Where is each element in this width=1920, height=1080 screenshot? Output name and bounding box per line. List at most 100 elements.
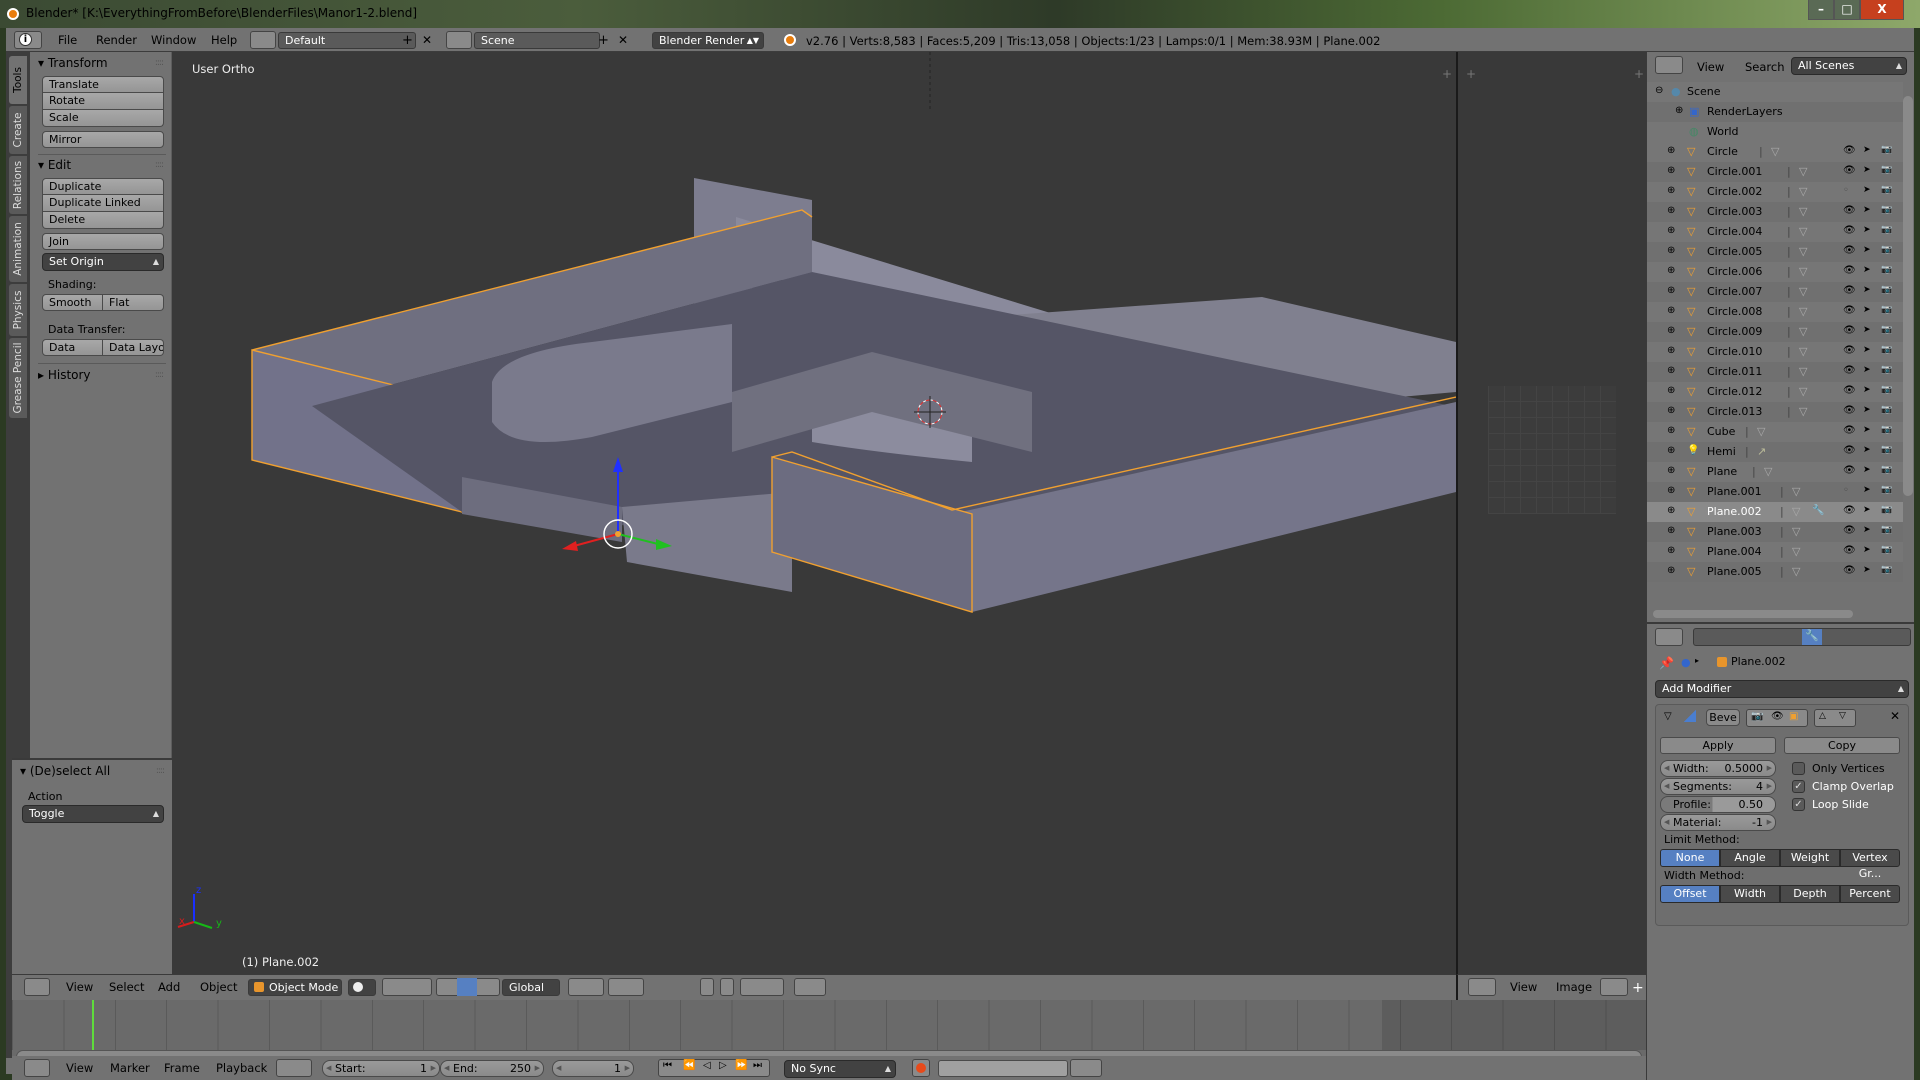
menu-image[interactable]: Image <box>1556 980 1592 994</box>
tab-create[interactable]: Create <box>9 106 27 154</box>
data-transfer-button[interactable]: Data <box>42 339 103 356</box>
selectability-cursor-icon[interactable]: ➤ <box>1863 525 1871 535</box>
tab-animation[interactable]: Animation <box>9 216 27 282</box>
history-panel-header[interactable]: ▸ History <box>38 368 91 382</box>
keyframe-insert-delete-buttons[interactable] <box>1070 1059 1102 1077</box>
width-method-option[interactable]: Depth <box>1780 885 1840 903</box>
maximize-button[interactable]: □ <box>1834 0 1860 20</box>
renderability-camera-icon[interactable]: 📷 <box>1881 465 1892 475</box>
flat-shading-button[interactable]: Flat <box>103 294 164 311</box>
renderability-camera-icon[interactable]: 📷 <box>1881 525 1892 535</box>
limit-method-option[interactable]: Weight <box>1780 849 1840 867</box>
collapse-modifier-icon[interactable]: ▽ <box>1664 711 1672 722</box>
segments-field[interactable]: ◀ Segments: 4 ▶ <box>1660 778 1776 795</box>
scene-render[interactable]: z x y <box>172 52 1456 974</box>
menu-playback[interactable]: Playback <box>216 1061 267 1075</box>
keying-toggles[interactable] <box>276 1059 312 1077</box>
selectability-cursor-icon[interactable]: ➤ <box>1863 485 1871 495</box>
expand-icon[interactable]: ⊕ <box>1667 465 1675 476</box>
renderability-camera-icon[interactable]: 📷 <box>1881 265 1892 275</box>
menu-marker[interactable]: Marker <box>110 1061 150 1075</box>
mesh-data-icon[interactable]: ▽ <box>1799 245 1807 258</box>
selectability-cursor-icon[interactable]: ➤ <box>1863 225 1871 235</box>
selectability-cursor-icon[interactable]: ➤ <box>1863 565 1871 575</box>
tree-row-object[interactable]: ⊕ ▽ Circle.013 | ▽ 👁 ➤ 📷 <box>1647 402 1903 422</box>
add-scene-icon[interactable]: + <box>598 33 609 48</box>
selectability-cursor-icon[interactable]: ➤ <box>1863 265 1871 275</box>
selectability-cursor-icon[interactable]: ➤ <box>1863 245 1871 255</box>
tab-constraints-icon[interactable] <box>1784 629 1802 645</box>
profile-slider[interactable]: Profile: 0.50 <box>1660 796 1776 813</box>
drag-grip-icon[interactable]: :::: <box>156 766 165 776</box>
renderability-camera-icon[interactable]: 📷 <box>1881 305 1892 315</box>
tree-row-object[interactable]: ⊕ ▽ Circle.008 | ▽ 👁 ➤ 📷 <box>1647 302 1903 322</box>
move-up-icon[interactable]: △ <box>1819 711 1826 721</box>
jump-end-icon[interactable]: ⏭ <box>753 1060 762 1071</box>
expand-icon[interactable]: ⊕ <box>1667 485 1675 496</box>
data-layout-transfer-button[interactable]: Data Layo <box>103 339 164 356</box>
menu-frame[interactable]: Frame <box>164 1061 200 1075</box>
close-button[interactable]: X <box>1860 0 1904 20</box>
checkbox[interactable]: ✓ <box>1792 798 1805 811</box>
tree-row-scene[interactable]: ⊖ ● Scene <box>1647 82 1903 102</box>
drag-grip-icon[interactable]: :::: <box>155 160 164 170</box>
expand-region-icon[interactable]: + <box>1634 67 1644 81</box>
mesh-data-icon[interactable]: ▽ <box>1799 205 1807 218</box>
scene-icon[interactable] <box>446 31 472 49</box>
renderability-camera-icon[interactable]: 📷 <box>1881 505 1892 515</box>
collapse-icon[interactable]: ⊖ <box>1655 85 1663 96</box>
selectability-cursor-icon[interactable]: ➤ <box>1863 385 1871 395</box>
expand-icon[interactable]: ⊕ <box>1667 185 1675 196</box>
tree-row-world[interactable]: ◍ World <box>1647 122 1903 142</box>
tree-row-object[interactable]: ⊕ ▽ Plane.003 | ▽ 👁 ➤ 📷 <box>1647 522 1903 542</box>
selectability-cursor-icon[interactable]: ➤ <box>1863 425 1871 435</box>
checkbox[interactable]: ✓ <box>1792 780 1805 793</box>
sync-dropdown[interactable]: No Sync ▲ <box>784 1060 896 1078</box>
mesh-data-icon[interactable]: ▽ <box>1757 425 1765 438</box>
image-editor[interactable]: + + <box>1456 52 1646 974</box>
menu-view[interactable]: View <box>1510 980 1537 994</box>
delete-scene-icon[interactable]: ✕ <box>618 33 628 47</box>
tree-row-object[interactable]: ⊕ ▽ Circle.004 | ▽ 👁 ➤ 📷 <box>1647 222 1903 242</box>
display-mode-dropdown[interactable]: All Scenes ▲ <box>1791 57 1907 75</box>
mesh-data-icon[interactable]: ▽ <box>1792 485 1800 498</box>
mesh-data-icon[interactable]: ▽ <box>1799 325 1807 338</box>
mesh-data-icon[interactable]: ▽ <box>1799 385 1807 398</box>
selectability-cursor-icon[interactable]: ➤ <box>1863 305 1871 315</box>
renderability-camera-icon[interactable]: 📷 <box>1881 225 1892 235</box>
remove-modifier-icon[interactable]: ✕ <box>1890 709 1900 723</box>
expand-icon[interactable]: ⊕ <box>1667 425 1675 436</box>
set-origin-dropdown[interactable]: Set Origin ▲ <box>42 253 164 271</box>
expand-icon[interactable]: ⊕ <box>1667 385 1675 396</box>
visibility-eye-icon[interactable]: 👁 <box>1843 445 1856 456</box>
expand-icon[interactable]: ⊕ <box>1667 145 1675 156</box>
mesh-data-icon[interactable]: ▽ <box>1799 225 1807 238</box>
add-modifier-dropdown[interactable]: Add Modifier ▲ <box>1655 680 1909 698</box>
outliner-horizontal-scrollbar[interactable] <box>1653 610 1853 618</box>
mesh-data-icon[interactable]: ▽ <box>1771 145 1779 158</box>
width-method-option[interactable]: Offset <box>1660 885 1720 903</box>
selectability-cursor-icon[interactable]: ➤ <box>1863 185 1871 195</box>
selectability-cursor-icon[interactable]: ➤ <box>1863 285 1871 295</box>
menu-help[interactable]: Help <box>211 33 237 47</box>
tree-row-object[interactable]: ⊕ ▽ Plane.002 | ▽ 🔧 👁 ➤ 📷 <box>1647 502 1903 522</box>
expand-region-icon[interactable]: + <box>1442 67 1452 81</box>
screen-layout-icon[interactable] <box>250 31 276 49</box>
tree-row-object[interactable]: ⊕ 💡 Hemi | ↗ 👁 ➤ 📷 <box>1647 442 1903 462</box>
tab-tools[interactable]: Tools <box>9 56 27 104</box>
tab-modifiers-wrench-icon[interactable]: 🔧 <box>1802 629 1822 645</box>
layer-buttons-2[interactable] <box>608 978 644 996</box>
snap-toggle[interactable] <box>740 978 784 996</box>
material-field[interactable]: ◀ Material: -1 ▶ <box>1660 814 1776 831</box>
selectability-cursor-icon[interactable]: ➤ <box>1863 165 1871 175</box>
delete-button[interactable]: Delete <box>42 212 164 229</box>
renderability-camera-icon[interactable]: 📷 <box>1881 245 1892 255</box>
add-screen-icon[interactable]: + <box>402 33 413 48</box>
visibility-eye-icon[interactable]: ◦ <box>1843 185 1849 196</box>
record-button[interactable] <box>912 1059 930 1077</box>
modifier-move-buttons[interactable]: △ ▽ <box>1814 709 1856 727</box>
start-frame-field[interactable]: ◀ Start: 1 ▶ <box>322 1060 440 1077</box>
end-frame-field[interactable]: ◀ End: 250 ▶ <box>440 1060 544 1077</box>
mesh-data-icon[interactable]: ▽ <box>1799 265 1807 278</box>
editor-type-outliner-button[interactable] <box>1655 56 1683 74</box>
